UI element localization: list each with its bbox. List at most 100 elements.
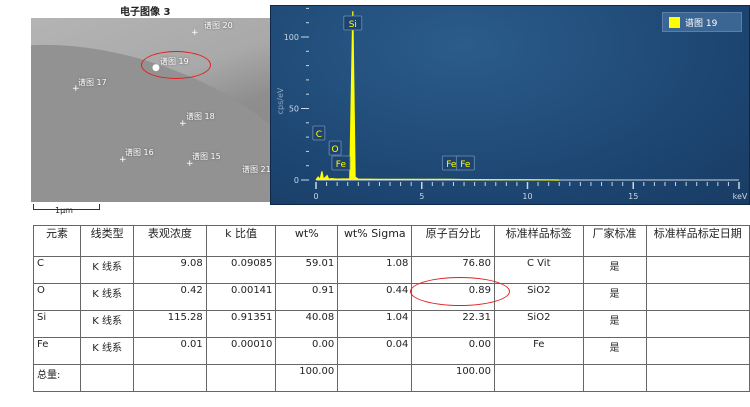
table-cell bbox=[645, 337, 750, 365]
crosshair-icon: + bbox=[191, 28, 199, 38]
x-tick-label: 10 bbox=[522, 192, 532, 201]
x-axis-label: keV bbox=[733, 192, 748, 201]
table-cell: 是 bbox=[582, 310, 647, 338]
table-cell: 0.04 bbox=[337, 337, 413, 365]
spectrum-label-21[interactable]: 谱图 21 bbox=[242, 164, 270, 175]
table-cell bbox=[582, 364, 647, 392]
column-header: k 比值 bbox=[205, 225, 277, 257]
highlight-ellipse bbox=[141, 51, 211, 79]
table-cell bbox=[493, 364, 584, 392]
chart-legend: 谱图 19 bbox=[662, 12, 742, 32]
table-cell: 40.08 bbox=[275, 310, 339, 338]
table-cell: 1.08 bbox=[337, 256, 413, 284]
x-tick-label: 15 bbox=[628, 192, 638, 201]
crosshair-icon: + bbox=[179, 119, 187, 129]
table-cell: 100.00 bbox=[411, 364, 495, 392]
peak-label-text: Si bbox=[349, 20, 357, 30]
table-cell: Si bbox=[32, 310, 82, 338]
table-row: OK 线系 0.42 0.00141 0.91 0.44 0.89 SiO2 是 bbox=[32, 283, 750, 311]
column-header: 标准样品标签 bbox=[493, 225, 584, 257]
table-cell: K 线系 bbox=[80, 310, 135, 338]
table-row: Si K 线系 115.28 0.91351 40.08 1.04 22.31 SiO2 是 bbox=[32, 310, 750, 338]
y-tick-label: 100 bbox=[284, 33, 299, 42]
peak-label: Fe bbox=[331, 155, 351, 171]
sem-image-title: 电子图像 3 bbox=[120, 7, 171, 18]
column-header: 厂家标准 bbox=[582, 225, 647, 257]
column-header: 线类型 bbox=[80, 225, 135, 257]
table-cell: 0.91 bbox=[275, 283, 339, 311]
peak-label-text: O bbox=[332, 145, 339, 155]
table-cell: 0.00141 bbox=[205, 283, 277, 311]
table-cell: 0.91351 bbox=[205, 310, 277, 338]
y-axis-label: cps/eV bbox=[276, 87, 285, 114]
table-cell: SiO2 bbox=[493, 310, 584, 338]
column-header: 原子百分比 bbox=[411, 225, 495, 257]
column-header: wt% Sigma bbox=[337, 225, 413, 257]
peak-label: Fe bbox=[455, 155, 475, 171]
table-cell: 100.00 bbox=[275, 364, 339, 392]
table-cell: Fe bbox=[493, 337, 584, 365]
table-cell: 0.42 bbox=[133, 283, 207, 311]
table-cell bbox=[645, 310, 750, 338]
legend-swatch bbox=[669, 16, 680, 28]
legend-label: 谱图 19 bbox=[685, 18, 718, 29]
spectrum-label-18[interactable]: 谱图 18 bbox=[186, 111, 215, 122]
table-cell: K 线系 bbox=[80, 256, 135, 284]
spectrum-label-16[interactable]: 谱图 16 bbox=[125, 147, 154, 158]
column-header: 元素 bbox=[32, 225, 82, 257]
table-cell: 是 bbox=[582, 283, 647, 311]
peak-label-text: Fe bbox=[336, 160, 347, 170]
y-tick-label: 0 bbox=[294, 176, 299, 185]
peak-label-text: Fe bbox=[446, 160, 457, 170]
table-cell: 0.00 bbox=[275, 337, 339, 365]
spectrum-label-15[interactable]: 谱图 15 bbox=[192, 151, 221, 162]
spectrum-label-20[interactable]: 谱图 20 bbox=[204, 20, 233, 31]
table-cell bbox=[645, 256, 750, 284]
table-cell: Fe bbox=[32, 337, 82, 365]
table-cell: 总量: bbox=[32, 364, 82, 392]
table-cell bbox=[337, 364, 413, 392]
table-cell: 9.08 bbox=[133, 256, 207, 284]
table-cell: 0.09085 bbox=[205, 256, 277, 284]
crosshair-icon: + bbox=[119, 155, 127, 165]
table-cell: 0.00 bbox=[411, 337, 495, 365]
table-cell: C bbox=[32, 256, 82, 284]
y-tick-label: 50 bbox=[289, 105, 299, 114]
scale-bar-label: 1μm bbox=[55, 206, 73, 215]
table-row: CK 线系 9.08 0.09085 59.01 1.08 76.80 C Vit 是 bbox=[32, 256, 750, 284]
peak-label: O bbox=[328, 140, 342, 156]
table-cell: 59.01 bbox=[275, 256, 339, 284]
spectrum-label-17[interactable]: 谱图 17 bbox=[78, 77, 107, 88]
x-tick-label: 0 bbox=[313, 192, 318, 201]
column-header: wt% bbox=[275, 225, 339, 257]
table-cell: 0.44 bbox=[337, 283, 413, 311]
x-tick-label: 5 bbox=[419, 192, 424, 201]
table-cell bbox=[645, 283, 750, 311]
peak-label-text: Fe bbox=[460, 160, 471, 170]
peak-label-text: C bbox=[316, 130, 322, 140]
table-cell: 22.31 bbox=[411, 310, 495, 338]
crosshair-icon: + bbox=[72, 84, 80, 94]
peak-label: C bbox=[312, 125, 326, 141]
table-cell bbox=[205, 364, 277, 392]
table-cell: 是 bbox=[582, 337, 647, 365]
table-cell: 1.04 bbox=[337, 310, 413, 338]
table-cell bbox=[645, 364, 750, 392]
table-cell bbox=[133, 364, 207, 392]
table-row: Fe K 线系 0.01 0.00010 0.00 0.04 0.00 Fe 是 bbox=[32, 337, 750, 365]
crosshair-icon: + bbox=[186, 159, 194, 169]
element-composition-table: 元素 线类型 表观浓度 k 比值 wt% wt% Sigma 原子百分比 标准样品标签 厂家标准… bbox=[32, 225, 750, 392]
table-cell: K 线系 bbox=[80, 337, 135, 365]
column-header: 表观浓度 bbox=[133, 225, 207, 257]
table-cell: O bbox=[32, 283, 82, 311]
table-cell: 0.01 bbox=[133, 337, 207, 365]
highlight-ellipse bbox=[410, 277, 510, 306]
peak-label: Si bbox=[343, 15, 363, 31]
table-cell: 是 bbox=[582, 256, 647, 284]
table-cell bbox=[80, 364, 135, 392]
spectrum-line bbox=[315, 11, 560, 181]
table-cell: 115.28 bbox=[133, 310, 207, 338]
table-cell: C Vit bbox=[493, 256, 584, 284]
sem-image: 谱图 20 + 谱图 19 ● 谱图 17 + 谱图 18 + 谱图 16 + … bbox=[31, 18, 270, 202]
eds-spectrum-chart: 0 5 10 15 keV 0 50 100 cps/eV C O Fe Si Fe Fe 谱图 19 bbox=[270, 5, 750, 205]
